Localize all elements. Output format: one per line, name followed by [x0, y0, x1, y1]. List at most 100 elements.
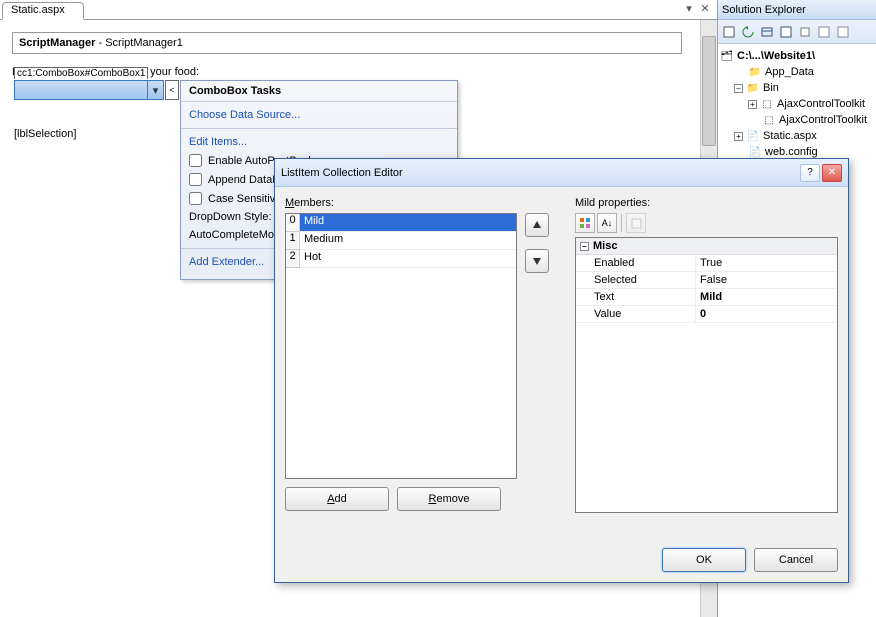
property-value[interactable]: 0 [696, 306, 837, 322]
member-label: Medium [300, 232, 516, 250]
document-tab-label: Static.aspx [11, 4, 65, 16]
tree-appdata-label: App_Data [765, 66, 814, 78]
combobox-control[interactable]: ▾ [14, 80, 164, 100]
tree-ajax1[interactable]: +⬚AjaxControlToolkit [720, 96, 874, 112]
selection-label: [lblSelection] [14, 128, 76, 140]
expand-icon[interactable]: + [734, 132, 743, 141]
tree-root-label: C:\...\Website1\ [737, 50, 815, 62]
asp-config-icon[interactable] [815, 23, 833, 41]
project-icon: 🗂 [720, 49, 734, 63]
tab-close-icon[interactable]: ✕ [699, 2, 711, 14]
solution-explorer-title: Solution Explorer [722, 4, 806, 16]
dialog-titlebar[interactable]: ListItem Collection Editor ? ✕ [275, 159, 848, 187]
move-up-button[interactable] [525, 213, 549, 237]
property-row[interactable]: TextMild [576, 289, 837, 306]
tree-bin-label: Bin [763, 82, 779, 94]
property-key: Enabled [576, 255, 696, 271]
tree-ajax2-label: AjaxControlToolkit [779, 114, 867, 126]
remove-button[interactable]: Remove [397, 487, 501, 511]
expand-icon[interactable]: + [748, 100, 757, 109]
property-value[interactable]: False [696, 272, 837, 288]
tree-root[interactable]: 🗂C:\...\Website1\ [720, 48, 874, 64]
property-pages-icon[interactable] [626, 213, 646, 233]
members-label: Members: [285, 197, 334, 209]
member-label: Hot [300, 250, 516, 268]
property-category[interactable]: –Misc [576, 238, 837, 255]
solution-explorer-header: Solution Explorer [718, 0, 876, 20]
solution-explorer-toolbar [718, 20, 876, 44]
smart-tag-glyph[interactable]: < [165, 80, 179, 100]
member-row[interactable]: 0Mild [286, 214, 516, 232]
tab-dropdown-icon[interactable]: ▾ [683, 2, 695, 14]
add-button[interactable]: Add [285, 487, 389, 511]
choose-datasource-link[interactable]: Choose Data Source... [189, 106, 449, 124]
combobox-field[interactable] [15, 81, 147, 99]
member-label: Mild [300, 214, 516, 232]
dialog-title: ListItem Collection Editor [281, 167, 798, 179]
categorized-icon[interactable] [575, 213, 595, 233]
properties-label: Mild properties: [575, 197, 650, 209]
property-key: Selected [576, 272, 696, 288]
toolbar-divider [621, 214, 622, 232]
document-tab[interactable]: Static.aspx [2, 2, 84, 20]
enable-autopostback-checkbox[interactable] [189, 154, 202, 167]
property-row[interactable]: EnabledTrue [576, 255, 837, 272]
property-row[interactable]: SelectedFalse [576, 272, 837, 289]
folder-icon: 📁 [746, 81, 760, 95]
append-databound-checkbox[interactable] [189, 173, 202, 186]
tree-bin[interactable]: –📁Bin [720, 80, 874, 96]
property-key: Text [576, 289, 696, 305]
dll-icon: ⬚ [762, 113, 776, 127]
scriptmanager-type: ScriptManager [19, 37, 95, 49]
properties-icon[interactable] [720, 23, 738, 41]
case-sensitive-label: Case Sensitive [208, 193, 281, 205]
scrollbar-thumb[interactable] [702, 36, 716, 146]
member-row[interactable]: 2Hot [286, 250, 516, 268]
smart-tag-title: ComboBox Tasks [181, 81, 457, 102]
tab-tools: ▾ ✕ [683, 2, 711, 14]
category-label: Misc [593, 240, 617, 252]
listitem-editor-dialog: ListItem Collection Editor ? ✕ Members: … [274, 158, 849, 583]
tree-webconfig-label: web.config [765, 146, 818, 158]
control-tag-label: cc1:ComboBox#ComboBox1 [14, 67, 148, 79]
move-down-button[interactable] [525, 249, 549, 273]
close-button[interactable]: ✕ [822, 164, 842, 182]
view-code-icon[interactable] [777, 23, 795, 41]
property-grid[interactable]: –Misc EnabledTrue SelectedFalse TextMild… [575, 237, 838, 513]
case-sensitive-checkbox[interactable] [189, 192, 202, 205]
show-all-icon[interactable] [834, 23, 852, 41]
edit-items-link[interactable]: Edit Items... [189, 133, 449, 151]
property-key: Value [576, 306, 696, 322]
collapse-icon[interactable]: – [734, 84, 743, 93]
refresh-icon[interactable] [739, 23, 757, 41]
solution-tree[interactable]: 🗂C:\...\Website1\ 📁App_Data –📁Bin +⬚Ajax… [718, 44, 876, 164]
tree-ajax2[interactable]: ⬚AjaxControlToolkit [720, 112, 874, 128]
scriptmanager-control[interactable]: ScriptManager - ScriptManager1 [12, 32, 682, 54]
config-icon: 📄 [748, 145, 762, 159]
aspx-icon: 📄 [746, 129, 760, 143]
tree-appdata[interactable]: 📁App_Data [720, 64, 874, 80]
property-value[interactable]: Mild [696, 289, 837, 305]
alphabetical-icon[interactable]: A↓ [597, 213, 617, 233]
scriptmanager-id: - ScriptManager1 [95, 37, 182, 49]
tree-static-aspx[interactable]: +📄Static.aspx [720, 128, 874, 144]
combobox-dropdown-icon[interactable]: ▾ [147, 81, 163, 99]
folder-icon: 📁 [748, 65, 762, 79]
copy-website-icon[interactable] [796, 23, 814, 41]
dropdown-style-label: DropDown Style: [189, 211, 272, 223]
members-listbox[interactable]: 0Mild 1Medium 2Hot [285, 213, 517, 479]
member-index: 2 [286, 250, 300, 268]
member-index: 1 [286, 232, 300, 250]
dll-icon: ⬚ [760, 97, 774, 111]
property-row[interactable]: Value0 [576, 306, 837, 323]
property-toolbar: A↓ [575, 213, 646, 233]
collapse-icon[interactable]: – [580, 242, 589, 251]
ok-button[interactable]: OK [662, 548, 746, 572]
cancel-button[interactable]: Cancel [754, 548, 838, 572]
help-button[interactable]: ? [800, 164, 820, 182]
property-value[interactable]: True [696, 255, 837, 271]
member-index: 0 [286, 214, 300, 232]
member-row[interactable]: 1Medium [286, 232, 516, 250]
nest-icon[interactable] [758, 23, 776, 41]
tree-static-label: Static.aspx [763, 130, 817, 142]
